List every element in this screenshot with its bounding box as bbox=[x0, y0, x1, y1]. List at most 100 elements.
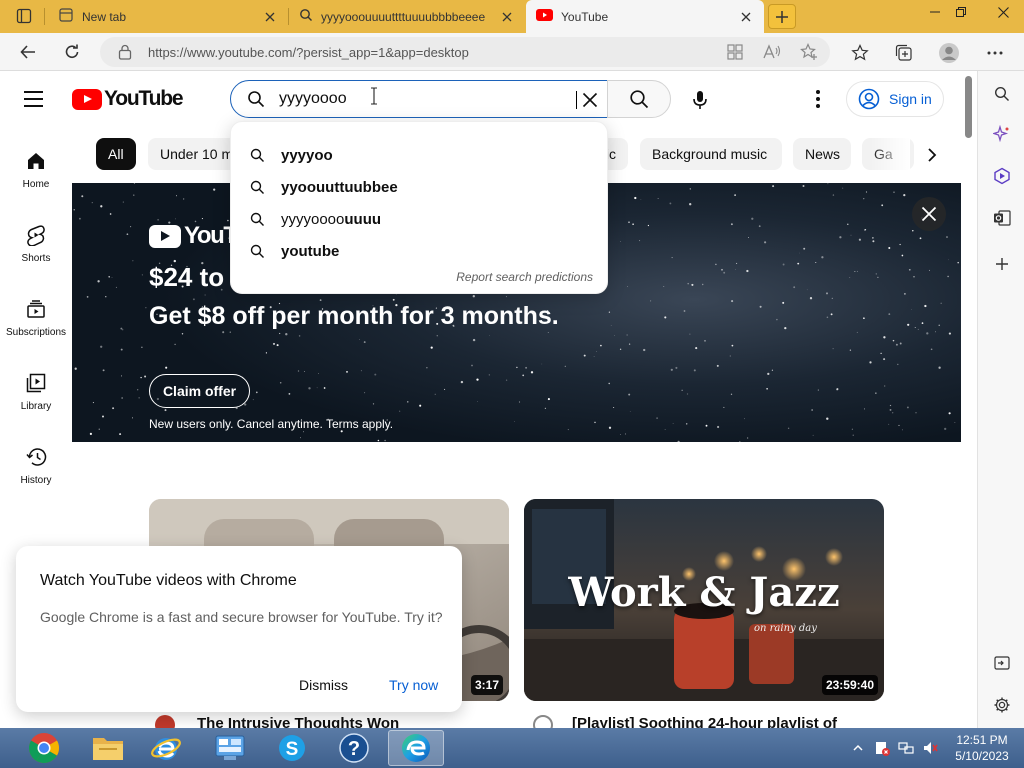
profile-avatar[interactable] bbox=[938, 42, 960, 64]
system-clock[interactable]: 12:51 PM 5/10/2023 bbox=[950, 732, 1014, 764]
banner-offer: Get $8 off per month for 3 months. bbox=[149, 302, 559, 330]
chip-all[interactable]: All bbox=[96, 138, 136, 170]
chip-news[interactable]: News bbox=[793, 138, 851, 170]
close-window-icon[interactable] bbox=[986, 0, 1020, 24]
skype-icon[interactable]: S bbox=[264, 730, 320, 766]
discover-icon[interactable] bbox=[991, 123, 1013, 145]
action-center-icon[interactable] bbox=[874, 740, 890, 756]
help-icon[interactable]: ? bbox=[326, 730, 382, 766]
claim-offer-button[interactable]: Claim offer bbox=[149, 374, 250, 408]
more-options-icon[interactable] bbox=[806, 87, 830, 111]
library-icon bbox=[24, 371, 48, 395]
internet-explorer-icon[interactable] bbox=[138, 730, 194, 766]
chevron-right-icon[interactable] bbox=[918, 141, 946, 169]
video-thumbnail[interactable]: Work & Jazz on rainy day 23:59:40 bbox=[524, 499, 884, 701]
control-panel-icon[interactable] bbox=[202, 730, 258, 766]
video-title[interactable]: [Playlist] Soothing 24-hour playlist of bbox=[572, 715, 837, 728]
suggestion-item[interactable]: yyyyoooouuuu bbox=[231, 203, 609, 235]
gear-icon[interactable] bbox=[991, 694, 1013, 716]
add-icon[interactable] bbox=[991, 253, 1013, 275]
youtube-logo[interactable]: YouTube bbox=[72, 87, 184, 111]
network-icon[interactable] bbox=[898, 740, 914, 756]
chrome-promo-dialog: Watch YouTube videos with Chrome Google … bbox=[16, 546, 462, 712]
restore-icon[interactable] bbox=[944, 0, 978, 24]
new-tab-button[interactable] bbox=[768, 4, 796, 29]
channel-avatar[interactable] bbox=[155, 715, 175, 728]
volume-icon[interactable] bbox=[922, 740, 938, 756]
scrollbar-thumb[interactable] bbox=[965, 76, 972, 138]
try-now-button[interactable]: Try now bbox=[389, 677, 438, 693]
voice-search-button[interactable] bbox=[680, 80, 720, 120]
show-hidden-icons-icon[interactable] bbox=[850, 740, 866, 756]
back-icon[interactable] bbox=[14, 38, 42, 66]
refresh-icon[interactable] bbox=[58, 38, 86, 66]
close-banner-icon[interactable] bbox=[912, 197, 946, 231]
suggestion-completion: yyyyoo bbox=[281, 146, 333, 164]
guide-label: Shorts bbox=[21, 253, 51, 264]
menu-icon[interactable] bbox=[24, 87, 48, 111]
suggestion-item[interactable]: youtube bbox=[231, 235, 609, 267]
url-text: https://www.youtube.com/?persist_app=1&a… bbox=[148, 44, 469, 60]
edge-icon[interactable] bbox=[388, 730, 444, 766]
masthead: YouTube Sign in bbox=[0, 71, 977, 127]
subscriptions-icon bbox=[24, 297, 48, 321]
suggestion-item[interactable]: yyyyoo bbox=[231, 139, 609, 171]
browser-toolbar: https://www.youtube.com/?persist_app=1&a… bbox=[0, 33, 1024, 71]
search-button[interactable] bbox=[607, 80, 671, 118]
guide-item-subscriptions[interactable]: Subscriptions bbox=[0, 297, 72, 357]
clock-time: 12:51 PM bbox=[956, 733, 1008, 747]
guide-item-history[interactable]: History bbox=[0, 445, 72, 505]
sign-in-button[interactable]: Sign in bbox=[846, 81, 944, 117]
chip-under-10-minutes[interactable]: Under 10 m bbox=[148, 138, 238, 170]
address-bar[interactable]: https://www.youtube.com/?persist_app=1&a… bbox=[100, 37, 830, 67]
favorites-icon[interactable] bbox=[849, 42, 871, 64]
text-caret bbox=[576, 91, 577, 109]
collections-icon[interactable] bbox=[893, 42, 915, 64]
outlook-icon[interactable] bbox=[991, 207, 1013, 229]
file-explorer-icon[interactable] bbox=[80, 730, 136, 766]
search-input[interactable] bbox=[279, 90, 559, 108]
search-icon bbox=[630, 90, 649, 109]
chip-background-music[interactable]: Background music bbox=[640, 138, 782, 170]
page-scrollbar[interactable] bbox=[963, 72, 973, 728]
play-logo-icon bbox=[72, 88, 102, 110]
tab-new-tab[interactable]: New tab bbox=[48, 0, 288, 33]
read-aloud-icon[interactable] bbox=[763, 43, 781, 61]
suggestion-item[interactable]: yyoouuttuubbee bbox=[231, 171, 609, 203]
microphone-icon bbox=[693, 91, 707, 109]
chip-fade bbox=[870, 133, 910, 175]
tab-actions-icon[interactable] bbox=[9, 4, 39, 28]
dismiss-button[interactable]: Dismiss bbox=[299, 677, 348, 693]
clock-date: 5/10/2023 bbox=[955, 749, 1009, 763]
search-icon bbox=[248, 146, 266, 164]
tab-youtube[interactable]: YouTube bbox=[526, 0, 764, 33]
search-box[interactable] bbox=[230, 80, 608, 118]
settings-more-icon[interactable] bbox=[984, 42, 1006, 64]
tab-search[interactable]: yyyyooouuuuttttuuuubbbbeeee bbox=[289, 0, 525, 33]
search-icon[interactable] bbox=[991, 83, 1013, 105]
guide-label: Library bbox=[20, 401, 52, 412]
channel-avatar[interactable] bbox=[533, 715, 553, 728]
guide-item-library[interactable]: Library bbox=[0, 371, 72, 431]
sidebar-toggle-icon[interactable] bbox=[991, 652, 1013, 674]
games-icon[interactable] bbox=[991, 165, 1013, 187]
sign-in-label: Sign in bbox=[889, 91, 932, 107]
clear-search-icon[interactable] bbox=[579, 89, 601, 111]
suggestion-completion: youtube bbox=[281, 242, 340, 260]
report-predictions-link[interactable]: Report search predictions bbox=[456, 270, 593, 284]
guide-item-home[interactable]: Home bbox=[0, 149, 72, 209]
search-suggestions: yyyyoo yyoouuttuubbee yyyyoooouuuu youtu… bbox=[230, 121, 608, 294]
apps-icon[interactable] bbox=[726, 43, 744, 61]
video-title[interactable]: The Intrusive Thoughts Won bbox=[197, 715, 399, 728]
guide-label: History bbox=[20, 475, 52, 486]
close-tab-icon[interactable] bbox=[262, 9, 278, 25]
chrome-icon[interactable] bbox=[16, 730, 72, 766]
lock-icon[interactable] bbox=[116, 43, 134, 61]
add-favorite-icon[interactable] bbox=[800, 43, 818, 61]
account-icon bbox=[857, 87, 881, 111]
shorts-icon bbox=[24, 223, 48, 247]
close-tab-icon[interactable] bbox=[499, 9, 515, 25]
close-tab-icon[interactable] bbox=[738, 9, 754, 25]
video-duration: 23:59:40 bbox=[821, 675, 878, 695]
guide-item-shorts[interactable]: Shorts bbox=[0, 223, 72, 283]
